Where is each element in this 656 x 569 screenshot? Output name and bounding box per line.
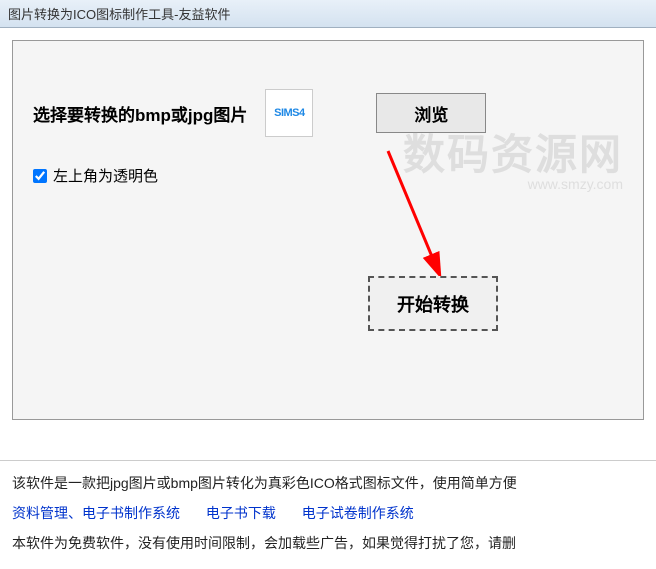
select-image-label: 选择要转换的bmp或jpg图片: [33, 101, 247, 126]
transparent-checkbox[interactable]: [33, 169, 47, 183]
footer-link-exam[interactable]: 电子试卷制作系统: [302, 505, 414, 521]
footer-link-ebook[interactable]: 电子书下载: [206, 505, 276, 521]
footer-link-docs[interactable]: 资料管理、电子书制作系统: [12, 505, 180, 521]
browse-button[interactable]: 浏览: [376, 93, 486, 133]
window-title: 图片转换为ICO图标制作工具-友益软件: [8, 7, 230, 22]
footer-description-2: 本软件为免费软件，没有使用时间限制，会加载些广告，如果觉得打扰了您，请删: [12, 529, 644, 557]
footer-description-1: 该软件是一款把jpg图片或bmp图片转化为真彩色ICO格式图标文件，使用简单方便: [12, 469, 644, 497]
transparent-option-row: 左上角为透明色: [33, 165, 623, 186]
preview-text: SIMS4: [274, 107, 305, 119]
select-row: 选择要转换的bmp或jpg图片 SIMS4 浏览: [33, 89, 623, 137]
transparent-label: 左上角为透明色: [53, 165, 158, 186]
convert-button[interactable]: 开始转换: [368, 276, 498, 331]
footer: 该软件是一款把jpg图片或bmp图片转化为真彩色ICO格式图标文件，使用简单方便…: [0, 460, 656, 569]
image-preview: SIMS4: [265, 89, 313, 137]
footer-links-row: 资料管理、电子书制作系统 电子书下载 电子试卷制作系统: [12, 499, 644, 527]
main-panel: 选择要转换的bmp或jpg图片 SIMS4 浏览 左上角为透明色 开始转换 数码…: [12, 40, 644, 420]
title-bar: 图片转换为ICO图标制作工具-友益软件: [0, 0, 656, 28]
